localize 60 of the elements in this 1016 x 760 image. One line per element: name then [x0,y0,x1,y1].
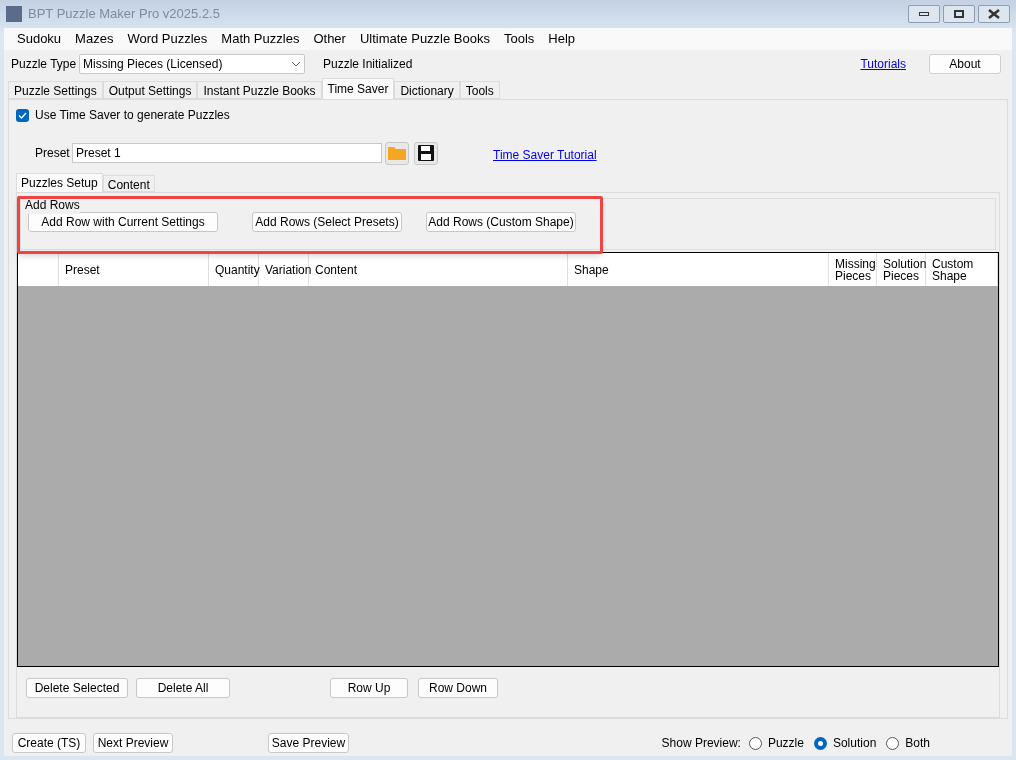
add-rows-button[interactable]: Add Rows (Select Presets) [252,212,402,232]
tutorials-link[interactable]: Tutorials [860,55,906,73]
row-action-button[interactable]: Row Down [418,678,498,698]
puzzle-type-dropdown[interactable]: Missing Pieces (Licensed) [79,54,305,74]
menu-item[interactable]: Sudoku [10,29,69,49]
tab[interactable]: Content [102,175,155,192]
app-logo-icon [6,6,22,22]
menu-item[interactable]: Tools [497,29,542,49]
show-preview-label: Show Preview: [661,735,741,752]
menu-item[interactable]: Help [541,29,583,49]
tab[interactable]: Time Saver [321,78,395,99]
footer-button[interactable]: Create (TS) [12,733,86,753]
minimize-icon [919,12,929,16]
column-header[interactable]: Shape [568,253,829,286]
maximize-icon [954,10,964,18]
menu-item[interactable]: Math Puzzles [214,29,307,49]
add-rows-button[interactable]: Add Row with Current Settings [28,212,218,232]
minimize-button[interactable] [908,5,940,23]
puzzle-type-label: Puzzle Type [11,56,78,73]
time-saver-tutorial-link[interactable]: Time Saver Tutorial [493,145,597,164]
row-action-button[interactable]: Delete Selected [26,678,128,698]
tab[interactable]: Puzzle Settings [8,81,103,99]
column-header[interactable]: Preset [59,253,209,286]
radio-label: Solution [832,735,877,752]
chevron-down-icon [291,61,301,67]
column-header[interactable]: Missing Pieces [829,253,877,286]
status-text: Puzzle Initialized [323,56,413,73]
tab[interactable]: Instant Puzzle Books [197,81,322,99]
column-header[interactable]: Custom Shape [926,253,998,286]
menu-item[interactable]: Word Puzzles [120,29,215,49]
radio-button[interactable] [886,736,900,750]
column-header[interactable]: Solution Pieces [877,253,926,286]
preset-field[interactable]: Preset 1 [72,143,382,163]
add-rows-button[interactable]: Add Rows (Custom Shape) [426,212,576,232]
column-header[interactable]: Variation [259,253,309,286]
tab[interactable]: Dictionary [394,81,460,99]
radio-button[interactable] [748,736,762,750]
preset-label: Preset [35,145,71,162]
row-action-button[interactable]: Row Up [330,678,408,698]
tab[interactable]: Puzzles Setup [16,173,103,192]
radio-label: Puzzle [767,735,804,752]
window-title: BPT Puzzle Maker Pro v2025.2.5 [28,5,220,24]
radio-button[interactable] [813,736,827,750]
menu-item[interactable]: Mazes [68,29,121,49]
close-button[interactable] [978,5,1010,23]
menu-item[interactable]: Other [306,29,353,49]
checkbox[interactable] [16,108,29,122]
row-action-button[interactable]: Delete All [136,678,230,698]
footer-button[interactable]: Save Preview [268,733,349,753]
column-header[interactable]: Quantity [209,253,259,286]
footer-button[interactable]: Next Preview [93,733,173,753]
save-icon[interactable] [414,141,438,165]
checkbox-label: Use Time Saver to generate Puzzles [35,107,230,124]
close-icon [988,9,1000,19]
maximize-button[interactable] [943,5,975,23]
menu-item[interactable]: Ultimate Puzzle Books [352,29,497,49]
radio-label: Both [905,735,930,752]
tab[interactable]: Output Settings [102,81,198,99]
about-button[interactable]: About [929,54,1001,74]
tab[interactable]: Tools [459,81,500,99]
